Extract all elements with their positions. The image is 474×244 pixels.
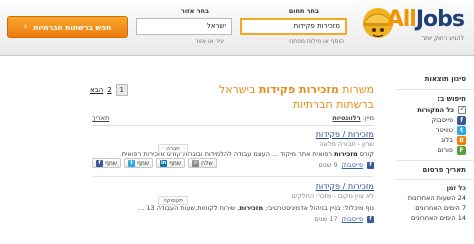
result-item: מזכירות / פקידות לא צוין מקום - מזכרי הח… bbox=[92, 182, 374, 224]
result-divider bbox=[92, 176, 374, 177]
field-hint: הוסף או מילות מפתח bbox=[289, 38, 344, 45]
all-sources-label: כל המקורות bbox=[417, 106, 454, 114]
date-filter-option[interactable]: 7 הימים האחרונים bbox=[396, 203, 474, 213]
arrow-left-icon: ‹ bbox=[23, 22, 28, 32]
search-button-label: חפש ברשתות חברתיות bbox=[33, 22, 112, 32]
field-label: בחר תחום bbox=[288, 7, 319, 15]
time-list: כל זמן 24 השעות האחרונות 7 הימים האחרונים 1… bbox=[396, 183, 474, 223]
result-title-link[interactable]: מזכירות / פקידות bbox=[92, 182, 374, 191]
blog-icon: B bbox=[457, 135, 466, 145]
result-title-link[interactable]: מזכירות / פקידות bbox=[92, 130, 374, 139]
result-age: 9 שנים bbox=[318, 161, 338, 169]
sort-options: מיין: רלוונטיות bbox=[332, 114, 374, 122]
result-meta: f פייסבוק 17 שנים bbox=[92, 214, 374, 224]
divider bbox=[396, 89, 474, 90]
twitter-share-button[interactable]: t שתף bbox=[124, 158, 154, 168]
result-source[interactable]: פייסבוק bbox=[342, 215, 363, 223]
all-sources-checkbox[interactable]: כל המקורות bbox=[396, 104, 474, 115]
email-icon: ✉ bbox=[192, 159, 200, 167]
source-filter-label: טוויטר bbox=[435, 126, 453, 134]
result-snippet: קורס מזכירות רפואית אתר מיקוד ... העצמ ע… bbox=[121, 150, 374, 158]
next-page-link[interactable]: הבא bbox=[90, 86, 103, 94]
result-snippet: נוף מיכלול: בניין בניהול אדמיניסטרטיבי, … bbox=[138, 204, 374, 212]
source-filter-facebook[interactable]: f פייסבוק bbox=[396, 115, 474, 125]
facebook-icon: f bbox=[367, 161, 374, 169]
facebook-share-button[interactable]: f שתף bbox=[92, 158, 122, 168]
source-filter-label: פייסבוק bbox=[431, 116, 453, 124]
pagination: הבא 2 1 bbox=[90, 84, 128, 96]
search-social-button[interactable]: חפש ברשתות חברתיות ‹ bbox=[7, 16, 128, 38]
source-filter-label: פורום bbox=[437, 146, 453, 154]
page-2-link[interactable]: 2 bbox=[107, 86, 111, 94]
logo-wordmark: AllJobs bbox=[386, 7, 465, 32]
source-filter-label: בלוג bbox=[441, 136, 453, 144]
area-input[interactable]: ישראל bbox=[136, 18, 232, 35]
linkedin-share-button[interactable]: in שתף bbox=[156, 158, 186, 168]
result-subtitle: שרון - חבורה מלאה bbox=[319, 140, 374, 148]
forum-icon: F bbox=[457, 145, 466, 155]
filter-sidebar: סינון תוצאות חיפוש ב: כל המקורות fפייסבו… bbox=[396, 72, 474, 244]
email-share-button[interactable]: ✉ שלח bbox=[188, 158, 217, 168]
logo-tagline: להגיע רחוק יותר bbox=[421, 35, 464, 42]
filter-title: סינון תוצאות bbox=[424, 75, 466, 83]
checkbox-checked-icon bbox=[458, 104, 466, 114]
twitter-icon: t bbox=[128, 159, 136, 167]
area-label: בחר אזור bbox=[180, 7, 209, 15]
company-logo: חברה bbox=[158, 144, 188, 153]
facebook-icon: f bbox=[96, 159, 103, 167]
source-filter-forum[interactable]: F פורום bbox=[396, 145, 474, 155]
company-logo: תעסוקה bbox=[158, 196, 188, 205]
alljobs-logo[interactable]: AllJobs להגיע רחוק יותר bbox=[358, 4, 468, 48]
share-buttons: f שתף t שתף in שתף ✉ שלח bbox=[92, 158, 217, 168]
facebook-icon: f bbox=[457, 115, 466, 125]
sort-bar: מיין: רלוונטיות תאריך bbox=[92, 114, 374, 126]
result-subtitle: לא צוין מקום - מזכרי החלקים bbox=[291, 192, 374, 200]
divider bbox=[396, 160, 474, 161]
date-filter-option[interactable]: כל זמן bbox=[396, 183, 474, 193]
source-list: f פייסבוק t טוויטר B בלוג F פורום bbox=[396, 115, 474, 155]
source-filter-twitter[interactable]: t טוויטר bbox=[396, 125, 474, 135]
area-hint: עיר או אזור bbox=[194, 38, 224, 45]
twitter-icon: t bbox=[457, 125, 466, 135]
divider bbox=[396, 179, 474, 180]
result-source[interactable]: פייסבוק bbox=[342, 161, 363, 169]
date-filter-title: תאריך פרסום bbox=[422, 166, 467, 174]
result-item: מזכירות / פקידות שרון - חבורה מלאה חברה … bbox=[92, 130, 374, 170]
date-filter-option[interactable]: 24 השעות האחרונות bbox=[396, 193, 474, 203]
date-filter-option[interactable]: 14 הימים האחרונים bbox=[396, 213, 474, 223]
source-filter-blog[interactable]: B בלוג bbox=[396, 135, 474, 145]
sort-relevance-link[interactable]: רלוונטיות bbox=[332, 114, 360, 122]
result-age: 17 שנים bbox=[314, 215, 338, 223]
current-page: 1 bbox=[115, 84, 128, 96]
site-header: AllJobs להגיע רחוק יותר בחר תחום מזכירות… bbox=[0, 0, 474, 56]
linkedin-icon: in bbox=[160, 159, 168, 167]
sort-date-link[interactable]: תאריך bbox=[92, 114, 109, 122]
facebook-icon: f bbox=[367, 215, 374, 223]
field-input[interactable]: מזכירות פקידות bbox=[240, 18, 347, 35]
page-title: משרות מזכירות פקידות בישראל ברשתות חברתי… bbox=[218, 83, 374, 111]
